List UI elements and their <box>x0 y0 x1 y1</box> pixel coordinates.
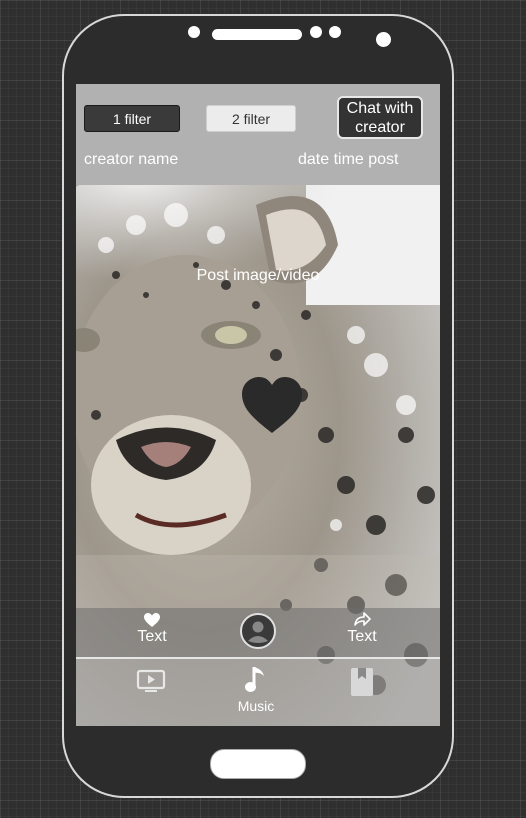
filter-1-button[interactable]: 1 filter <box>84 105 180 132</box>
post-action-bar: Text Text <box>76 608 440 659</box>
filter-2-button[interactable]: 2 filter <box>206 105 296 132</box>
music-note-icon <box>245 667 264 692</box>
nav-video[interactable] <box>136 669 166 696</box>
post-media-placeholder: Post image/video <box>196 267 320 284</box>
like-count-label: Text <box>137 628 167 645</box>
sensor-dot <box>329 26 341 38</box>
tv-play-icon <box>136 669 166 692</box>
post-media[interactable]: Post image/video Text Text Music <box>76 185 440 726</box>
nav-music[interactable]: Music <box>226 665 286 714</box>
front-camera <box>376 32 391 47</box>
share-action[interactable]: Text <box>338 610 386 659</box>
sensor-dot <box>310 26 322 38</box>
creator-name[interactable]: creator name <box>84 151 178 169</box>
bookmark-icon <box>351 668 373 696</box>
home-button[interactable] <box>210 749 306 779</box>
post-date-time: date time post <box>298 151 399 168</box>
sensor-dot <box>188 26 200 38</box>
share-arrow-icon <box>354 612 371 626</box>
creator-avatar-button[interactable] <box>240 613 276 662</box>
post-header: 1 filter 2 filter Chat with creator crea… <box>76 84 440 185</box>
small-heart-icon <box>144 613 160 627</box>
share-count-label: Text <box>347 628 377 645</box>
heart-icon[interactable] <box>240 375 304 435</box>
nav-music-label: Music <box>237 698 275 714</box>
user-avatar-icon <box>240 613 276 649</box>
app-screen: 1 filter 2 filter Chat with creator crea… <box>76 84 440 726</box>
nav-bookmarks[interactable] <box>350 667 374 700</box>
bottom-nav: Music <box>76 659 440 726</box>
chat-with-creator-button[interactable]: Chat with creator <box>337 96 423 139</box>
like-action[interactable]: Text <box>128 612 176 661</box>
earpiece-speaker <box>212 29 302 40</box>
